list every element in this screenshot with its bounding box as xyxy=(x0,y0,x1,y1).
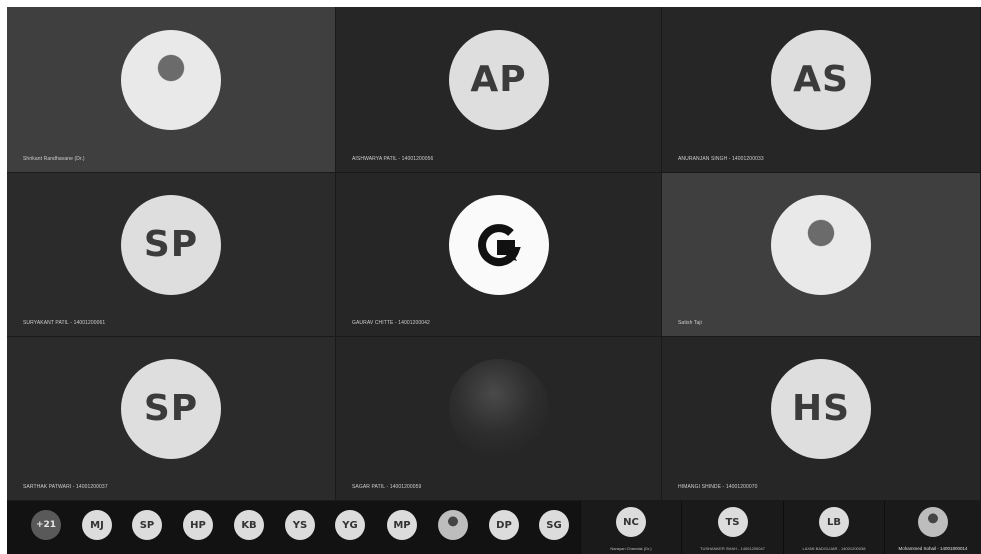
avatar: AP xyxy=(448,29,549,130)
participant-chip[interactable]: YG xyxy=(335,510,365,540)
participant-chip[interactable]: YS xyxy=(285,510,315,540)
avatar xyxy=(918,507,948,537)
more-participants-button[interactable]: +21 xyxy=(31,510,61,540)
participant-name: SAGAR PATIL - 14001200059 xyxy=(352,484,422,490)
participant-chip[interactable]: HP xyxy=(183,510,213,540)
participant-name: GAURAV CHITTE - 14001200042 xyxy=(352,320,430,326)
participant-tile[interactable]: HS HIMANGI SHINDE - 14001200070 xyxy=(662,337,981,501)
participant-chip[interactable] xyxy=(438,510,468,540)
avatar: NC xyxy=(616,507,646,537)
participant-chip[interactable]: DP xyxy=(489,510,519,540)
participant-tile[interactable]: Satish Taji xyxy=(662,173,981,337)
avatar xyxy=(448,358,549,459)
participant-chip[interactable]: SP xyxy=(132,510,162,540)
participant-tile[interactable]: GAURAV CHITTE - 14001200042 xyxy=(336,173,662,337)
meeting-stage: Shrikant Randhavane (Dr.) AP AISHWARYA P… xyxy=(7,7,981,554)
participant-chip[interactable]: MP xyxy=(387,510,417,540)
avatar: TS xyxy=(717,507,748,537)
participant-name: SARTHAK PATWARI - 14001200037 xyxy=(23,484,108,490)
participant-tile[interactable]: AS ANURANJAN SINGH - 14001200033 xyxy=(662,7,981,173)
participant-mini-tile[interactable]: NC Narayan Chandak (Dr.) xyxy=(580,501,681,554)
participant-name: Mohammed Sohail - 14001800014 xyxy=(898,546,968,551)
participant-tile[interactable]: SP SARTHAK PATWARI - 14001200037 xyxy=(7,337,336,501)
participant-mini-tile[interactable]: LB LAXMI BADGUJAR - 14001200038 xyxy=(783,501,884,554)
participant-tile[interactable]: Shrikant Randhavane (Dr.) xyxy=(7,7,336,173)
logo-icon xyxy=(448,194,549,295)
avatar: HS xyxy=(771,358,871,459)
participant-name: Narayan Chandak (Dr.) xyxy=(610,546,652,551)
participant-name: HIMANGI SHINDE - 14001200070 xyxy=(678,484,758,490)
avatar: SP xyxy=(121,358,221,459)
participant-chip[interactable]: SG xyxy=(539,510,569,540)
participant-chip[interactable]: MJ xyxy=(82,510,112,540)
avatar xyxy=(121,29,221,130)
participant-tile[interactable]: SAGAR PATIL - 14001200059 xyxy=(336,337,662,501)
participant-tile[interactable]: AP AISHWARYA PATIL - 14001200056 xyxy=(336,7,662,173)
participant-strip: +21 MJ SP HP KB YS YG MP DP SG NC Naraya… xyxy=(7,501,981,554)
avatar: LB xyxy=(819,507,849,537)
avatar: SP xyxy=(121,194,221,295)
participant-mini-tile[interactable]: Mohammed Sohail - 14001800014 xyxy=(884,501,981,554)
participant-name: Satish Taji xyxy=(678,320,702,326)
avatar xyxy=(771,194,871,295)
participant-name: ANURANJAN SINGH - 14001200033 xyxy=(678,156,764,162)
participant-chip[interactable]: KB xyxy=(234,510,264,540)
participant-mini-tile[interactable]: TS TUSHANKER SHAH - 14001200047 xyxy=(681,501,783,554)
participant-name: TUSHANKER SHAH - 14001200047 xyxy=(700,546,765,551)
participant-name: LAXMI BADGUJAR - 14001200038 xyxy=(802,546,866,551)
video-grid: Shrikant Randhavane (Dr.) AP AISHWARYA P… xyxy=(7,7,981,501)
participant-tile[interactable]: SP SURYAKANT PATIL - 14001200061 xyxy=(7,173,336,337)
participant-name: Shrikant Randhavane (Dr.) xyxy=(23,156,85,162)
participant-name: AISHWARYA PATIL - 14001200056 xyxy=(352,156,434,162)
participant-name: SURYAKANT PATIL - 14001200061 xyxy=(23,320,106,326)
avatar: AS xyxy=(771,29,871,130)
